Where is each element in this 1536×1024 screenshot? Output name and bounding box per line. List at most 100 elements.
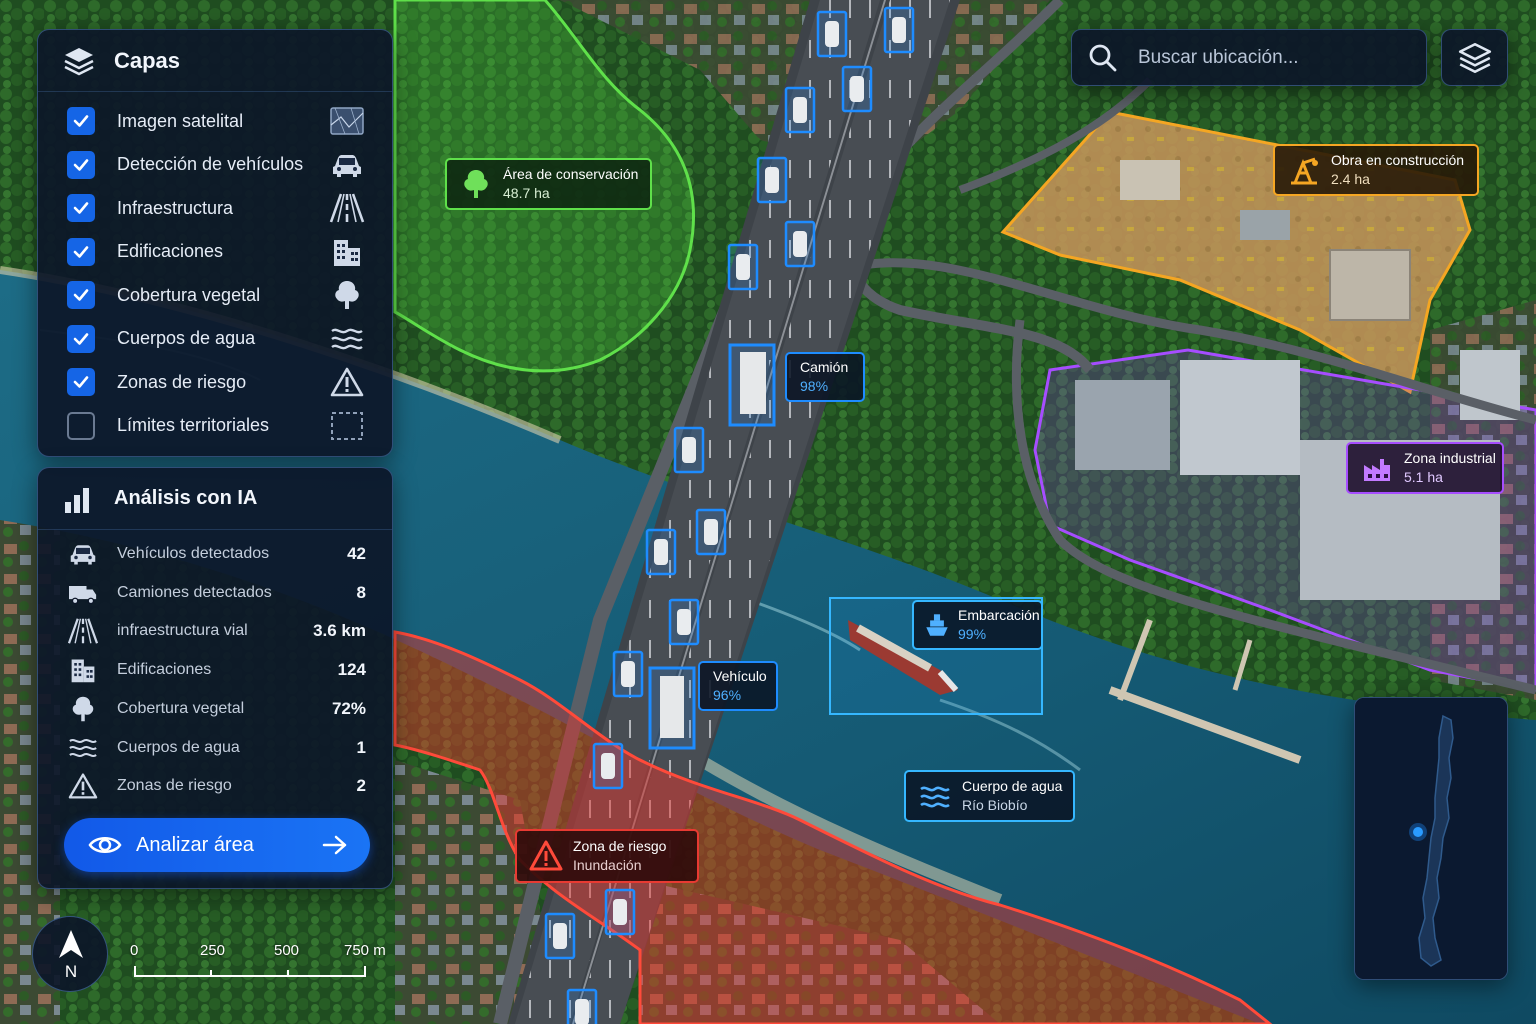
risk-zone-callout[interactable]: Zona de riesgo Inundación (515, 829, 699, 883)
callout-title: Camión (800, 359, 849, 375)
scale-ruler (134, 966, 366, 977)
search-icon (1089, 44, 1117, 71)
layer-label: Detección de vehículos (117, 154, 304, 174)
callout-title: Obra en construcción (1331, 152, 1465, 168)
layer-row-imagen-satelital[interactable]: Imagen satelital (38, 101, 394, 141)
truck-detection-callout[interactable]: Camión 98% (785, 352, 865, 402)
layers-panel: Capas Imagen satelital Detección de vehíc… (37, 29, 393, 457)
callout-title: Área de conservación (503, 166, 639, 182)
truck-icon (66, 578, 100, 608)
road-icon (66, 616, 100, 646)
water-body-callout[interactable]: Cuerpo de agua Río Biobío (904, 770, 1075, 822)
layer-row-infraestructura[interactable]: Infraestructura (38, 188, 394, 228)
layer-row-limites-territoriales[interactable]: Límites territoriales (38, 406, 394, 446)
conservation-area-callout[interactable]: Área de conservación 48.7 ha (445, 158, 652, 210)
layer-checkbox[interactable] (67, 281, 95, 309)
scale-tick-label: 750 m (344, 942, 386, 959)
compass[interactable]: N (32, 916, 108, 992)
analysis-panel-header: Análisis con IA (38, 468, 392, 530)
layer-row-cuerpos-de-agua[interactable]: Cuerpos de agua (38, 319, 394, 359)
north-arrow-icon (59, 930, 83, 958)
layers-panel-title: Capas (114, 47, 181, 73)
callout-title: Cuerpo de agua (962, 778, 1063, 794)
industrial-zone-callout[interactable]: Zona industrial 5.1 ha (1346, 442, 1504, 494)
vehicle (793, 231, 807, 257)
vehicle (654, 539, 668, 565)
vehicle (682, 437, 696, 463)
construction-callout[interactable]: Obra en construcción 2.4 ha (1273, 144, 1479, 196)
layer-row-edificaciones[interactable]: Edificaciones (38, 232, 394, 272)
layer-checkbox[interactable] (67, 107, 95, 135)
stat-row: Edificaciones 124 (38, 652, 394, 688)
layer-checkbox[interactable] (67, 411, 95, 440)
layer-checkbox[interactable] (67, 237, 95, 266)
stat-value: 8 (356, 582, 366, 602)
layers-icon (1458, 42, 1491, 73)
layer-row-cobertura-vegetal[interactable]: Cobertura vegetal (38, 275, 394, 315)
stat-value: 72% (331, 698, 366, 718)
bar-chart-icon (65, 487, 89, 513)
vehicle-detection-callout[interactable]: Vehículo 96% (698, 661, 778, 711)
ship-icon (926, 614, 948, 636)
stat-label: infraestructura vial (117, 622, 248, 640)
layers-icon (64, 47, 94, 75)
scale-tick-label: 500 (274, 942, 300, 959)
stat-value: 42 (347, 544, 366, 563)
layer-checkbox[interactable] (67, 324, 95, 353)
water-waves-icon (66, 733, 100, 763)
stat-value: 124 (337, 660, 366, 680)
vehicle (736, 254, 750, 280)
vehicle (793, 97, 807, 123)
callout-subtitle: 2.4 ha (1331, 171, 1370, 187)
stat-value: 1 (356, 737, 366, 757)
vehicle (621, 661, 635, 687)
layer-label: Cobertura vegetal (117, 284, 261, 305)
callout-title: Zona de riesgo (573, 838, 667, 854)
water-waves-icon (920, 786, 950, 808)
stat-label: Vehículos detectados (117, 545, 270, 562)
building-icon (66, 655, 100, 685)
callout-subtitle: 48.7 ha (503, 185, 550, 201)
layer-checkbox[interactable] (67, 368, 95, 396)
vehicle (601, 753, 615, 779)
layer-row-deteccion-de-vehiculos[interactable]: Detección de vehículos (38, 145, 394, 185)
stat-value: 3.6 km (313, 621, 366, 641)
layer-row-zonas-de-riesgo[interactable]: Zonas de riesgo (38, 362, 394, 402)
vehicle (892, 17, 906, 43)
construction-crane-icon (1291, 157, 1318, 185)
factory-icon (1364, 459, 1390, 481)
scale-bar: 0 250 500 750 m (128, 942, 398, 982)
analyze-area-label: Analizar área (136, 833, 254, 856)
layers-panel-header: Capas (38, 30, 392, 92)
vehicle (765, 167, 779, 193)
callout-subtitle: Río Biobío (962, 797, 1028, 813)
road-icon (328, 191, 366, 225)
callout-subtitle: 5.1 ha (1404, 469, 1443, 485)
warning-triangle-icon (66, 771, 100, 801)
callout-subtitle: Inundación (573, 857, 642, 873)
vehicle (553, 923, 567, 949)
stat-label: Edificaciones (117, 661, 212, 679)
analyze-area-button[interactable]: Analizar área (64, 818, 370, 872)
layer-checkbox[interactable] (67, 150, 95, 179)
layer-checkbox[interactable] (67, 194, 95, 222)
analysis-panel-title: Análisis con IA (114, 487, 258, 509)
stat-row: Zonas de riesgo 2 (38, 768, 394, 804)
stat-row: Camiones detectados 8 (38, 575, 394, 611)
stat-row: infraestructura vial 3.6 km (38, 613, 394, 649)
layer-label: Imagen satelital (117, 110, 244, 131)
stat-label: Cuerpos de agua (117, 738, 240, 756)
overview-minimap[interactable] (1354, 697, 1508, 980)
building-icon (328, 235, 366, 269)
ai-analysis-panel: Análisis con IA Vehículos detectados 42 Ca… (37, 467, 393, 889)
search-input[interactable] (1138, 42, 1408, 74)
layers-toggle-button[interactable] (1441, 29, 1508, 86)
scale-tick-label: 250 (200, 942, 226, 959)
tree-icon (66, 694, 100, 724)
callout-title: Zona industrial (1404, 450, 1496, 466)
vehicle (677, 609, 691, 635)
satellite-image-icon (328, 104, 366, 138)
location-marker (1413, 827, 1423, 837)
vessel-detection-callout[interactable]: Embarcación 99% (912, 600, 1043, 650)
vehicle (704, 519, 718, 545)
